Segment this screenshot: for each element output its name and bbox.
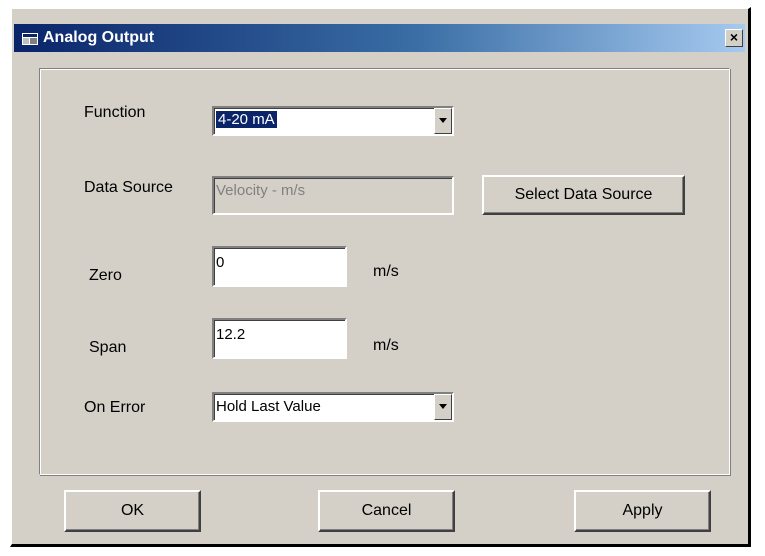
chevron-down-icon bbox=[439, 404, 447, 409]
on-error-label: On Error bbox=[84, 399, 146, 416]
zero-unit: m/s bbox=[373, 263, 399, 280]
zero-label: Zero bbox=[89, 267, 122, 284]
span-input[interactable]: 12.2 bbox=[212, 318, 347, 359]
span-input-value: 12.2 bbox=[216, 326, 246, 343]
zero-input[interactable]: 0 bbox=[212, 246, 347, 287]
on-error-select[interactable]: Hold Last Value bbox=[212, 392, 454, 422]
on-error-dropdown-button[interactable] bbox=[434, 394, 452, 420]
window-app-icon bbox=[22, 33, 38, 45]
zero-input-value: 0 bbox=[216, 254, 225, 271]
cancel-button[interactable]: Cancel bbox=[318, 490, 455, 532]
function-select-value: 4-20 mA bbox=[216, 111, 277, 128]
ok-button[interactable]: OK bbox=[64, 490, 201, 532]
apply-button-label: Apply bbox=[622, 502, 663, 519]
ok-button-label: OK bbox=[120, 502, 145, 519]
close-icon: × bbox=[729, 29, 739, 45]
function-select[interactable]: 4-20 mA bbox=[212, 106, 454, 136]
cancel-button-label: Cancel bbox=[361, 502, 412, 519]
data-source-label: Data Source bbox=[84, 179, 173, 196]
on-error-select-value: Hold Last Value bbox=[216, 398, 321, 415]
data-source-field: Velocity - m/s bbox=[212, 176, 454, 215]
select-data-source-button-label: Select Data Source bbox=[514, 186, 653, 203]
span-unit: m/s bbox=[373, 337, 399, 354]
function-label: Function bbox=[84, 104, 146, 121]
window-title: Analog Output bbox=[43, 29, 155, 46]
apply-button[interactable]: Apply bbox=[574, 490, 711, 532]
function-dropdown-button[interactable] bbox=[434, 108, 452, 134]
span-label: Span bbox=[89, 339, 127, 356]
data-source-value: Velocity - m/s bbox=[216, 182, 306, 199]
select-data-source-button[interactable]: Select Data Source bbox=[482, 175, 685, 215]
close-button[interactable]: × bbox=[725, 29, 743, 47]
chevron-down-icon bbox=[439, 118, 447, 123]
